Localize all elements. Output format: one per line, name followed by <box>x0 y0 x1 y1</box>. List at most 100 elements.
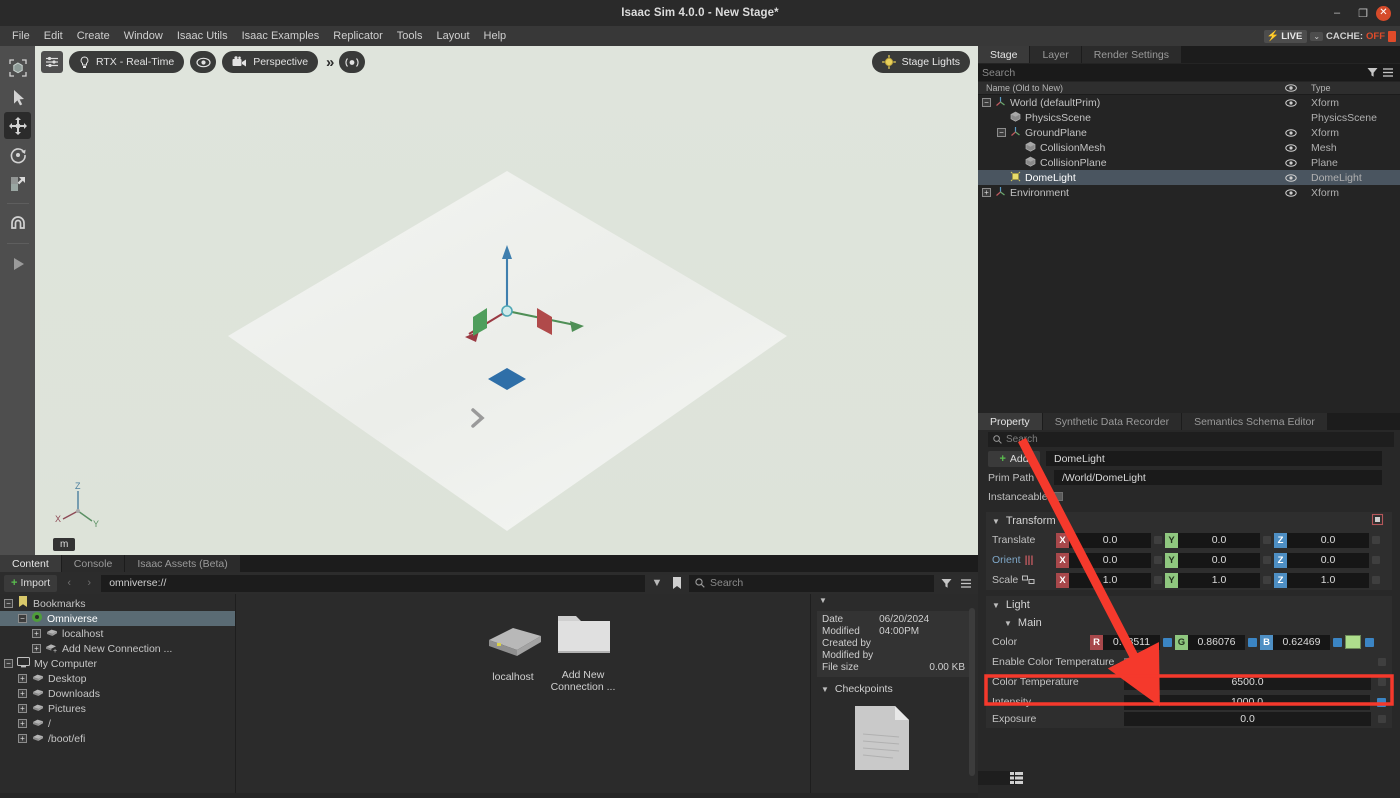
viewport-settings-icon[interactable] <box>41 51 63 73</box>
menu-isaac-examples[interactable]: Isaac Examples <box>236 28 326 44</box>
content-search-row[interactable]: Search <box>689 574 934 592</box>
property-search-row[interactable]: Search <box>988 432 1394 447</box>
maximize-icon[interactable]: ❐ <box>1350 0 1376 26</box>
transform-y-field[interactable]: 1.0 <box>1178 572 1260 588</box>
light-section-header[interactable]: ▼ Light <box>986 596 1392 614</box>
menu-isaac-utils[interactable]: Isaac Utils <box>171 28 234 44</box>
content-tree-toggle-icon[interactable]: − <box>4 599 13 608</box>
content-tree-row[interactable]: − Omniverse <box>0 611 235 626</box>
content-tree-row[interactable]: + Pictures <box>0 701 235 716</box>
exposure-dot[interactable] <box>1378 715 1386 723</box>
content-tree-row[interactable]: + + Add New Connection ... <box>0 641 235 656</box>
stage-tree-row[interactable]: PhysicsScene PhysicsScene <box>978 110 1400 125</box>
tree-toggle-icon[interactable]: − <box>982 98 991 107</box>
stage-tree-row[interactable]: CollisionMesh Mesh <box>978 140 1400 155</box>
bookmark-icon[interactable] <box>669 576 685 591</box>
tab-property[interactable]: Property <box>978 413 1043 430</box>
content-tree-row[interactable]: + localhost <box>0 626 235 641</box>
transform-z-field[interactable]: 0.0 <box>1287 532 1369 548</box>
menu-edit[interactable]: Edit <box>38 28 69 44</box>
grid-view-toggle-icon[interactable] <box>1010 771 1024 785</box>
intensity-field[interactable]: 1000.0 <box>1124 694 1370 710</box>
intensity-dot[interactable] <box>1377 697 1386 707</box>
chevron-down-icon[interactable]: ⌄ <box>1310 32 1324 41</box>
content-tree-toggle-icon[interactable]: + <box>18 734 27 743</box>
enable-color-temperature-dot[interactable] <box>1378 658 1386 666</box>
color-g-dot[interactable] <box>1248 637 1257 647</box>
light-main-header[interactable]: ▼ Main <box>986 614 1392 632</box>
transform-x-field[interactable]: 0.0 <box>1069 532 1151 548</box>
transform-y-field[interactable]: 0.0 <box>1178 552 1260 568</box>
transform-x-field[interactable]: 1.0 <box>1069 572 1151 588</box>
transform-x-dot[interactable] <box>1154 536 1162 544</box>
tree-toggle-icon[interactable]: − <box>997 128 1006 137</box>
content-options-menu-icon[interactable] <box>958 576 974 591</box>
transform-y-field[interactable]: 0.0 <box>1178 532 1260 548</box>
path-dropdown-icon[interactable]: ▼ <box>649 576 665 591</box>
menu-layout[interactable]: Layout <box>430 28 475 44</box>
camera-button[interactable]: Perspective <box>222 51 319 73</box>
content-tree-row[interactable]: − My Computer <box>0 656 235 671</box>
details-scrollbar[interactable] <box>969 608 975 776</box>
tab-render-settings[interactable]: Render Settings <box>1081 46 1183 63</box>
color-b-dot[interactable] <box>1333 637 1342 647</box>
select-arrow-tool[interactable] <box>4 83 31 110</box>
tab-layer[interactable]: Layer <box>1030 46 1082 63</box>
select-bounds-tool[interactable] <box>4 54 31 81</box>
stage-tree-row[interactable]: CollisionPlane Plane <box>978 155 1400 170</box>
transform-y-dot[interactable] <box>1263 536 1271 544</box>
minimize-icon[interactable]: – <box>1324 0 1350 26</box>
live-button[interactable]: ⚡ LIVE <box>1263 30 1308 43</box>
color-b-field[interactable]: 0.62469 <box>1273 634 1330 650</box>
prim-name-field[interactable]: DomeLight <box>1046 451 1382 466</box>
stage-options-menu-icon[interactable] <box>1380 65 1396 80</box>
menu-window[interactable]: Window <box>118 28 169 44</box>
instanceable-checkbox[interactable] <box>1054 492 1063 501</box>
transform-x-dot[interactable] <box>1154 576 1162 584</box>
stage-col-name[interactable]: Name (Old to New) <box>978 83 1277 93</box>
content-tree-toggle-icon[interactable]: + <box>18 719 27 728</box>
prim-path-field[interactable]: /World/DomeLight <box>1054 470 1382 485</box>
import-button[interactable]: + Import <box>4 574 58 592</box>
move-tool[interactable] <box>4 112 31 139</box>
rotate-tool[interactable] <box>4 141 31 168</box>
visibility-toggle-icon[interactable] <box>1277 98 1305 107</box>
tab-semantics-schema-editor[interactable]: Semantics Schema Editor <box>1182 413 1328 430</box>
menu-file[interactable]: File <box>6 28 36 44</box>
stage-lights-button[interactable]: Stage Lights <box>871 51 970 73</box>
nav-forward-icon[interactable]: › <box>81 575 97 592</box>
content-tree-toggle-icon[interactable]: + <box>32 629 41 638</box>
enable-color-temperature-checkbox[interactable] <box>1124 657 1133 667</box>
transform-x-dot[interactable] <box>1154 556 1162 564</box>
content-tree-toggle-icon[interactable]: + <box>32 644 41 653</box>
stage-col-type[interactable]: Type <box>1305 83 1400 93</box>
checkpoints-header[interactable]: ▼ Checkpoints <box>821 683 978 695</box>
menu-create[interactable]: Create <box>71 28 116 44</box>
menu-replicator[interactable]: Replicator <box>327 28 389 44</box>
content-tree-row[interactable]: + / <box>0 716 235 731</box>
visibility-toggle-icon[interactable] <box>1277 158 1305 167</box>
chevron-right-icon[interactable]: » <box>324 54 334 71</box>
transform-y-dot[interactable] <box>1263 576 1271 584</box>
color-temperature-field[interactable]: 6500.0 <box>1124 674 1371 690</box>
content-tree-row[interactable]: + Desktop <box>0 671 235 686</box>
add-button[interactable]: + Add <box>988 450 1040 467</box>
tab-isaac-assets[interactable]: Isaac Assets (Beta) <box>125 555 241 572</box>
menu-help[interactable]: Help <box>478 28 513 44</box>
stage-tree-row[interactable]: − World (defaultPrim) Xform <box>978 95 1400 110</box>
render-mode-button[interactable]: RTX - Real-Time <box>69 51 185 73</box>
content-tree-toggle-icon[interactable]: + <box>18 689 27 698</box>
stage-tree-row[interactable]: DomeLight DomeLight <box>978 170 1400 185</box>
transform-reset-icon[interactable] <box>1371 513 1384 529</box>
scale-tool[interactable] <box>4 170 31 197</box>
content-tree-toggle-icon[interactable]: + <box>18 674 27 683</box>
transform-z-dot[interactable] <box>1372 536 1380 544</box>
stage-tree-row[interactable]: + Environment Xform <box>978 185 1400 200</box>
viewport-3d[interactable]: RTX - Real-Time Perspective » Stage Ligh… <box>35 46 978 555</box>
color-g-field[interactable]: 0.86076 <box>1188 634 1245 650</box>
transform-z-field[interactable]: 0.0 <box>1287 552 1369 568</box>
content-tree-toggle-icon[interactable]: − <box>18 614 27 623</box>
content-tree-toggle-icon[interactable]: − <box>4 659 13 668</box>
grid-item-add-connection[interactable]: Add New Connection ... <box>540 604 626 693</box>
viewport-eye-icon[interactable] <box>190 51 217 73</box>
